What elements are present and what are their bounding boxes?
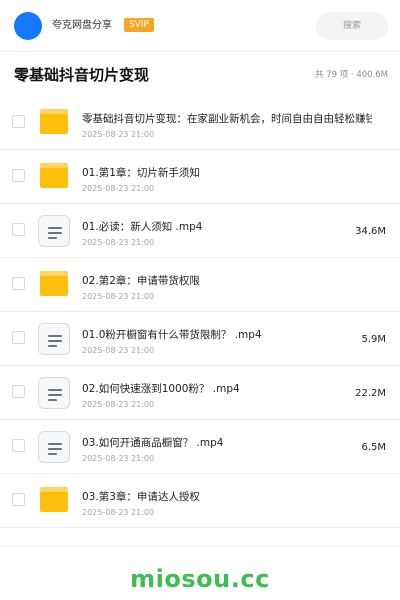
folder-stats: 共 79 项 · 400.6M xyxy=(315,70,388,80)
file-date: 2025-08-23 21:00 xyxy=(82,346,155,355)
file-row[interactable]: 03.第3章：申请达人授权 2025-08-23 21:00 xyxy=(0,474,400,528)
folder-icon xyxy=(38,269,70,301)
file-name: 01.0粉开橱窗有什么带货限制？ .mp4 xyxy=(82,329,262,341)
file-size: 34.6M xyxy=(355,226,386,237)
file-date: 2025-08-23 21:00 xyxy=(82,400,155,409)
document-icon xyxy=(38,377,70,409)
document-icon xyxy=(38,431,70,463)
row-checkbox[interactable] xyxy=(12,169,25,182)
file-name: 02.第2章：申请带货权限 xyxy=(82,275,200,287)
file-row[interactable]: 零基础抖音切片变现：在家副业新机会，时间自由自由轻松赚钱 2025-08-23 … xyxy=(0,96,400,150)
row-checkbox[interactable] xyxy=(12,439,25,452)
file-row[interactable]: 01.必读：新人须知 .mp4 2025-08-23 21:00 34.6M xyxy=(0,204,400,258)
file-date: 2025-08-23 21:00 xyxy=(82,508,155,517)
file-date: 2025-08-23 21:00 xyxy=(82,130,155,139)
document-icon xyxy=(38,323,70,355)
folder-header: 零基础抖音切片变现 共 79 项 · 400.6M xyxy=(0,52,400,96)
file-row[interactable]: 02.第2章：申请带货权限 2025-08-23 21:00 xyxy=(0,258,400,312)
file-date: 2025-08-23 21:00 xyxy=(82,238,155,247)
file-size: 6.5M xyxy=(361,442,386,453)
folder-icon xyxy=(38,161,70,193)
file-row[interactable]: 02.如何快速涨到1000粉？ .mp4 2025-08-23 21:00 22… xyxy=(0,366,400,420)
folder-title: 零基础抖音切片变现 xyxy=(14,66,150,84)
footer: miosou.cc xyxy=(0,546,400,600)
file-date: 2025-08-23 21:00 xyxy=(82,184,155,193)
row-checkbox[interactable] xyxy=(12,223,25,236)
file-name: 零基础抖音切片变现：在家副业新机会，时间自由自由轻松赚钱 xyxy=(82,113,372,125)
file-name: 01.第1章：切片新手须知 xyxy=(82,167,200,179)
folder-icon xyxy=(38,107,70,139)
file-row[interactable]: 01.0粉开橱窗有什么带货限制？ .mp4 2025-08-23 21:00 5… xyxy=(0,312,400,366)
row-checkbox[interactable] xyxy=(12,331,25,344)
sharer-name: 夸克网盘分享 xyxy=(52,20,112,31)
file-row[interactable]: 03.如何开通商品橱窗？ .mp4 2025-08-23 21:00 6.5M xyxy=(0,420,400,474)
row-checkbox[interactable] xyxy=(12,277,25,290)
watermark-brand: miosou.cc xyxy=(130,565,270,593)
svip-badge: SVIP xyxy=(124,18,154,32)
folder-icon xyxy=(38,485,70,517)
row-checkbox[interactable] xyxy=(12,493,25,506)
top-bar: 夸克网盘分享 SVIP 搜索 xyxy=(0,0,400,52)
file-name: 01.必读：新人须知 .mp4 xyxy=(82,221,203,233)
file-list: 零基础抖音切片变现：在家副业新机会，时间自由自由轻松赚钱 2025-08-23 … xyxy=(0,96,400,528)
row-checkbox[interactable] xyxy=(12,115,25,128)
avatar[interactable] xyxy=(14,12,42,40)
file-name: 02.如何快速涨到1000粉？ .mp4 xyxy=(82,383,240,395)
file-size: 5.9M xyxy=(361,334,386,345)
file-size: 22.2M xyxy=(355,388,386,399)
document-icon xyxy=(38,215,70,247)
file-date: 2025-08-23 21:00 xyxy=(82,292,155,301)
search-input[interactable]: 搜索 xyxy=(316,12,388,40)
file-date: 2025-08-23 21:00 xyxy=(82,454,155,463)
file-row[interactable]: 01.第1章：切片新手须知 2025-08-23 21:00 xyxy=(0,150,400,204)
file-name: 03.第3章：申请达人授权 xyxy=(82,491,200,503)
row-checkbox[interactable] xyxy=(12,385,25,398)
file-name: 03.如何开通商品橱窗？ .mp4 xyxy=(82,437,224,449)
